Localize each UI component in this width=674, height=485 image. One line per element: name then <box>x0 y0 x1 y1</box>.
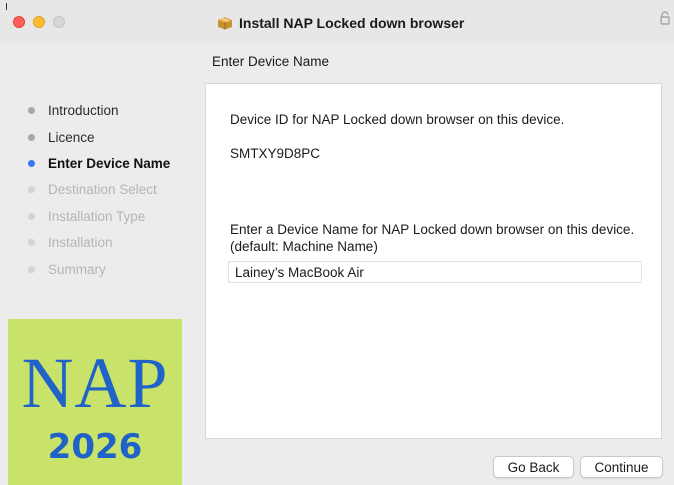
window-title: Install NAP Locked down browser <box>217 13 464 33</box>
logo-year: 2026 <box>47 427 143 467</box>
device-id-label: Device ID for NAP Locked down browser on… <box>230 112 565 127</box>
lock-icon <box>660 11 670 30</box>
device-name-prompt: Enter a Device Name for NAP Locked down … <box>230 222 635 254</box>
minimize-button[interactable] <box>33 16 45 28</box>
step-dot-icon <box>28 213 35 220</box>
package-icon <box>217 16 233 30</box>
sidebar-step-label: Installation <box>48 234 113 250</box>
device-name-field[interactable] <box>228 261 642 283</box>
continue-button[interactable]: Continue <box>580 456 663 478</box>
sidebar-step-label: Summary <box>48 261 106 277</box>
go-back-button[interactable]: Go Back <box>493 456 574 478</box>
sidebar-step-label: Installation Type <box>48 208 146 224</box>
close-button[interactable] <box>13 16 25 28</box>
title-bar: Install NAP Locked down browser <box>0 0 674 44</box>
installer-window: Install NAP Locked down browser Enter De… <box>0 0 674 485</box>
step-dot-icon <box>28 186 35 193</box>
sidebar-step-label: Enter Device Name <box>48 155 171 171</box>
page-title: Enter Device Name <box>212 54 330 69</box>
window-title-text: Install NAP Locked down browser <box>239 15 465 31</box>
corner-mark <box>6 3 7 10</box>
step-dot-icon <box>28 134 35 141</box>
step-dot-icon <box>28 107 35 114</box>
step-dot-icon <box>28 239 35 246</box>
sidebar-step-label: Introduction <box>48 102 119 118</box>
logo-text: NAP <box>21 343 169 423</box>
content-panel: Device ID for NAP Locked down browser on… <box>205 83 662 439</box>
step-dot-icon <box>28 160 35 167</box>
nap-logo: NAP 2026 <box>8 319 182 485</box>
sidebar-step-label: Licence <box>48 129 95 145</box>
sidebar-step-label: Destination Select <box>48 181 157 197</box>
device-id-value: SMTXY9D8PC <box>230 146 321 161</box>
zoom-button[interactable] <box>53 16 65 28</box>
step-dot-icon <box>28 266 35 273</box>
